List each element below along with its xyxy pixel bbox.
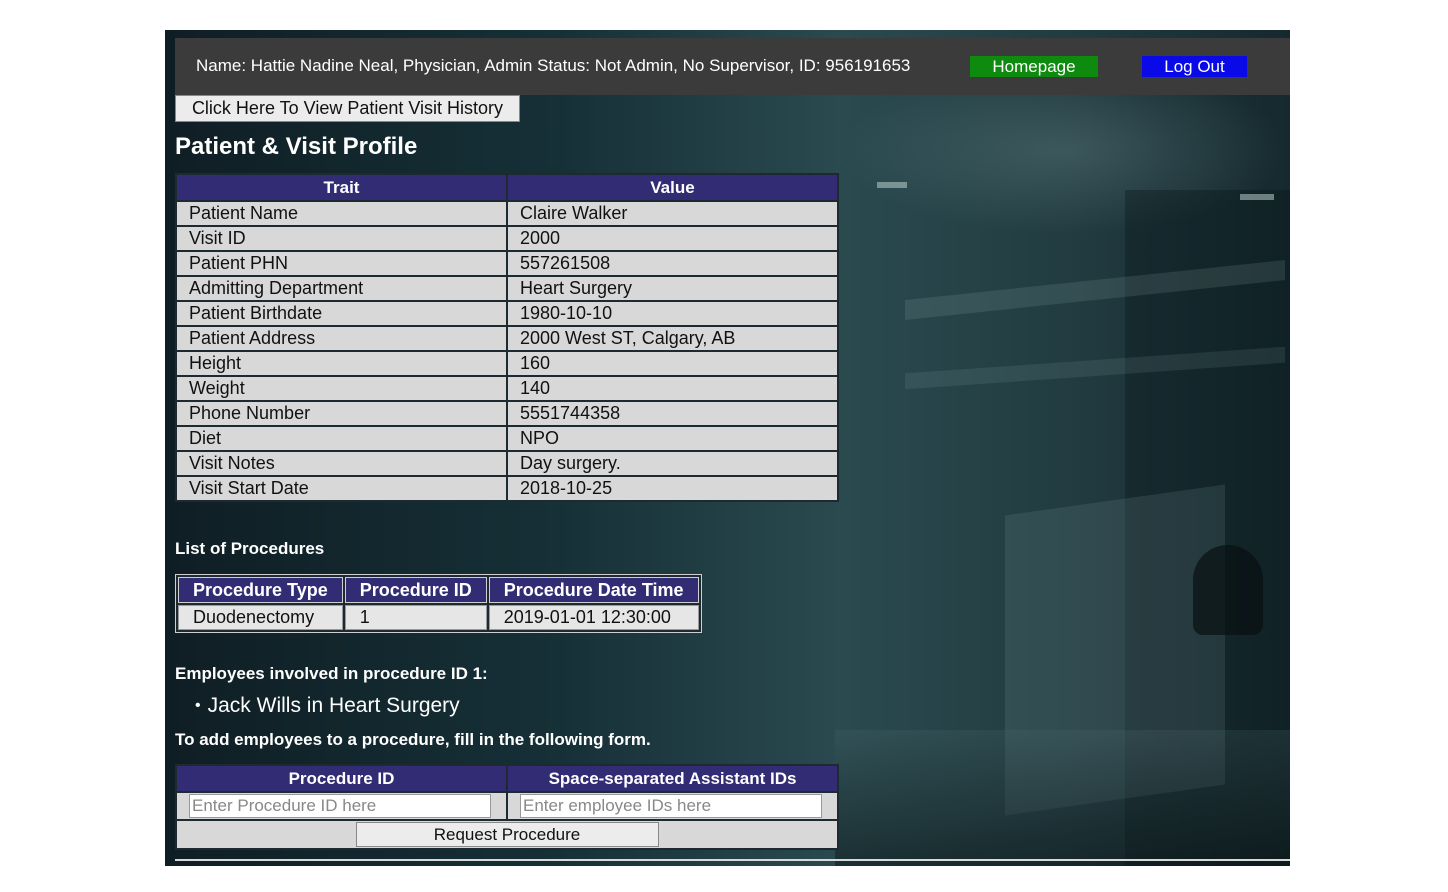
value-cell: Claire Walker [508,202,837,225]
procedure-id-cell [177,793,506,819]
trait-cell: Diet [177,427,506,450]
trait-cell: Height [177,352,506,375]
trait-cell: Phone Number [177,402,506,425]
column-header-assistant-ids: Space-separated Assistant IDs [508,766,837,791]
procedures-heading: List of Procedures [175,539,325,558]
trait-cell: Visit Start Date [177,477,506,500]
procedure-type-cell: Duodenectomy [178,605,343,630]
procedures-table: Procedure Type Procedure ID Procedure Da… [175,574,702,633]
value-cell: NPO [508,427,837,450]
employee-ids-cell [508,793,837,819]
table-row: Weight 140 [177,377,837,400]
view-visit-history-button[interactable]: Click Here To View Patient Visit History [175,95,520,122]
table-header-row: Procedure Type Procedure ID Procedure Da… [178,577,699,603]
divider [175,859,1290,861]
page-title: Patient & Visit Profile [175,133,418,160]
value-cell: 5551744358 [508,402,837,425]
column-header-value: Value [508,175,837,200]
table-row: Admitting Department Heart Surgery [177,277,837,300]
value-cell: Heart Surgery [508,277,837,300]
value-cell: 557261508 [508,252,837,275]
table-row: Patient Name Claire Walker [177,202,837,225]
table-row: Height 160 [177,352,837,375]
user-info-text: Name: Hattie Nadine Neal, Physician, Adm… [196,56,911,75]
value-cell: Day surgery. [508,452,837,475]
patient-profile-table: Trait Value Patient Name Claire Walker Vi… [175,173,839,502]
table-header-row: Procedure ID Space-separated Assistant I… [177,766,837,791]
trait-cell: Patient Name [177,202,506,225]
procedure-id-cell: 1 [344,605,487,630]
add-employees-form: Procedure ID Space-separated Assistant I… [175,764,839,850]
background-ceiling-light [877,182,907,188]
homepage-button[interactable]: Homepage [970,56,1098,77]
value-cell: 2000 West ST, Calgary, AB [508,327,837,350]
background-ceiling-light [1240,194,1274,200]
trait-cell: Patient Birthdate [177,302,506,325]
table-row: Visit Start Date 2018-10-25 [177,477,837,500]
employee-list: Jack Wills in Heart Surgery [195,694,460,718]
table-row: Visit Notes Day surgery. [177,452,837,475]
trait-cell: Weight [177,377,506,400]
value-cell: 140 [508,377,837,400]
form-input-row [177,793,837,819]
table-row: Duodenectomy 1 2019-01-01 12:30:00 [178,605,699,630]
table-row: Phone Number 5551744358 [177,402,837,425]
column-header-procedure-id: Procedure ID [177,766,506,791]
table-row: Patient PHN 557261508 [177,252,837,275]
table-row: Patient Address 2000 West ST, Calgary, AB [177,327,837,350]
form-submit-row: Request Procedure [177,821,837,848]
value-cell: 1980-10-10 [508,302,837,325]
trait-cell: Patient PHN [177,252,506,275]
trait-cell: Visit Notes [177,452,506,475]
value-cell: 2018-10-25 [508,477,837,500]
table-header-row: Trait Value [177,175,837,200]
background-floor [835,730,1290,866]
list-item: Jack Wills in Heart Surgery [195,694,460,718]
procedure-date-time-cell: 2019-01-01 12:30:00 [488,605,699,630]
trait-cell: Visit ID [177,227,506,250]
background-person-silhouette [1193,545,1263,635]
column-header-procedure-type: Procedure Type [178,577,343,603]
table-row: Visit ID 2000 [177,227,837,250]
employees-heading: Employees involved in procedure ID 1: [175,664,488,683]
table-row: Patient Birthdate 1980-10-10 [177,302,837,325]
value-cell: 160 [508,352,837,375]
column-header-procedure-id: Procedure ID [344,577,487,603]
trait-cell: Admitting Department [177,277,506,300]
submit-cell: Request Procedure [177,821,837,848]
table-row: Diet NPO [177,427,837,450]
value-cell: 2000 [508,227,837,250]
request-procedure-button[interactable]: Request Procedure [355,822,659,847]
column-header-trait: Trait [177,175,506,200]
add-employees-instructions: To add employees to a procedure, fill in… [175,730,651,749]
column-header-procedure-date-time: Procedure Date Time [488,577,699,603]
procedure-id-input[interactable] [189,794,491,818]
employee-ids-input[interactable] [520,794,822,818]
trait-cell: Patient Address [177,327,506,350]
logout-button[interactable]: Log Out [1142,56,1247,77]
